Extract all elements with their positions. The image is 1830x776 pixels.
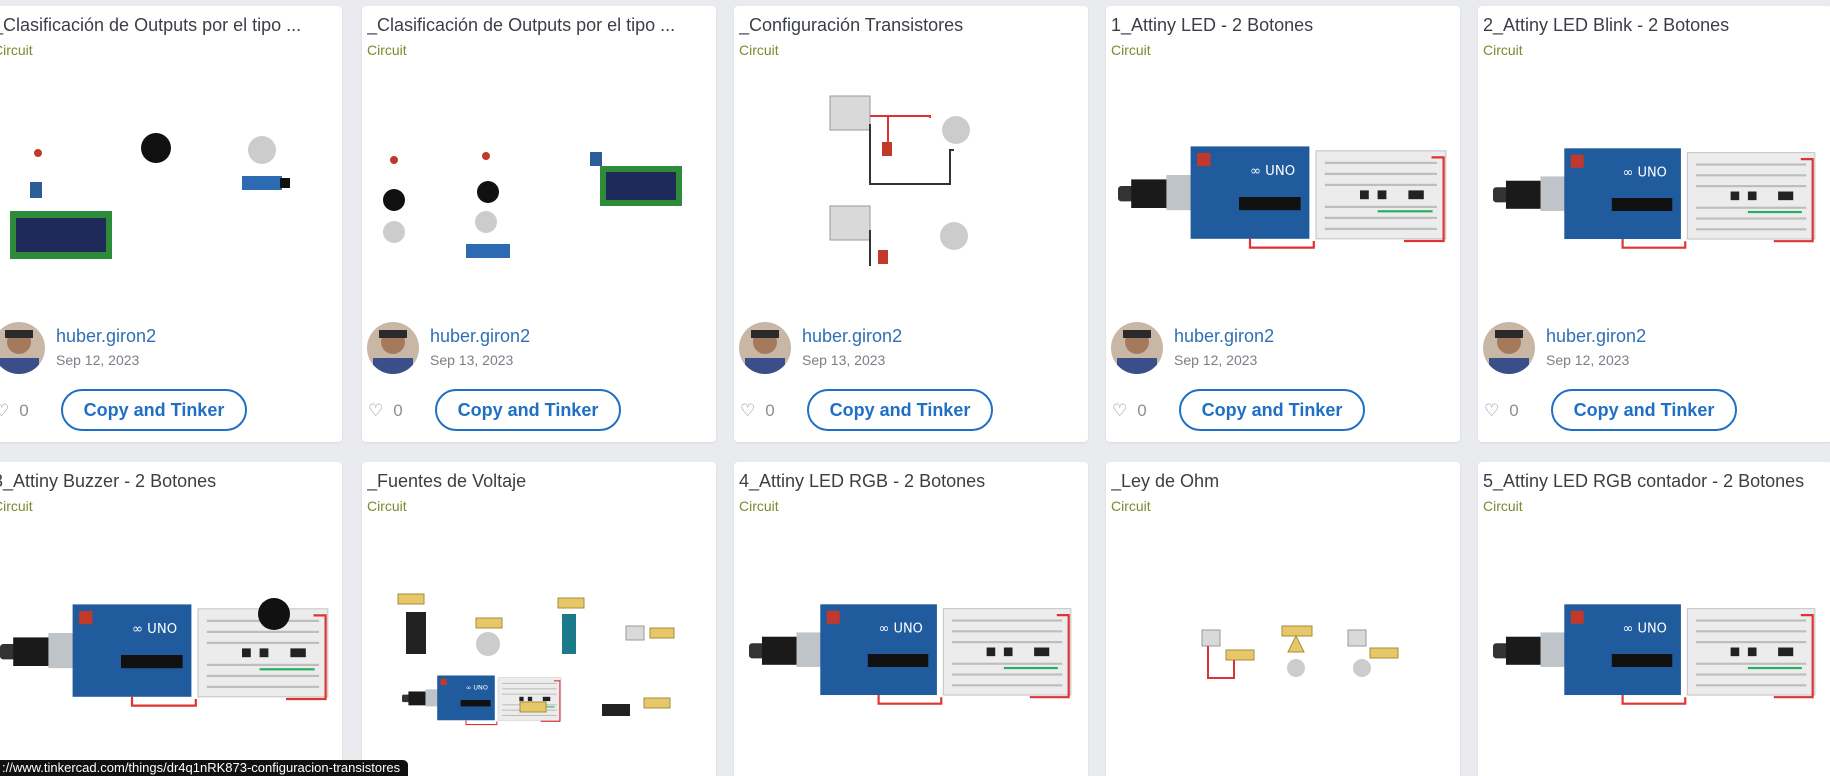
project-title[interactable]: _Clasificación de Outputs por el tipo ..… xyxy=(367,15,707,36)
date: Sep 12, 2023 xyxy=(56,352,140,368)
like-button[interactable]: ♡ 0 xyxy=(1484,401,1519,421)
project-card[interactable]: _Ley de Ohm Circuit xyxy=(1106,462,1460,776)
copy-and-tinker-button[interactable]: Copy and Tinker xyxy=(435,389,621,431)
project-title[interactable]: 5_Attiny LED RGB contador - 2 Botones xyxy=(1483,471,1823,492)
circuit-thumbnail[interactable] xyxy=(1478,522,1830,742)
project-title[interactable]: 2_Attiny LED Blink - 2 Botones xyxy=(1483,15,1823,36)
project-type: Circuit xyxy=(1483,498,1523,514)
project-title[interactable]: 1_Attiny LED - 2 Botones xyxy=(1111,15,1451,36)
circuit-thumbnail[interactable] xyxy=(1106,66,1460,266)
avatar[interactable] xyxy=(367,322,419,374)
author-link[interactable]: huber.giron2 xyxy=(430,326,530,347)
like-count: 0 xyxy=(19,401,29,420)
like-count: 0 xyxy=(1137,401,1147,420)
heart-outline-icon: ♡ xyxy=(1484,401,1500,420)
date: Sep 13, 2023 xyxy=(430,352,514,368)
author-link[interactable]: huber.giron2 xyxy=(802,326,902,347)
project-card[interactable]: _Clasificación de Outputs por el tipo ..… xyxy=(0,6,342,442)
circuit-thumbnail[interactable] xyxy=(362,522,716,742)
heart-outline-icon: ♡ xyxy=(368,401,384,420)
date: Sep 12, 2023 xyxy=(1174,352,1258,368)
project-title[interactable]: 3_Attiny Buzzer - 2 Botones xyxy=(0,471,333,492)
project-card[interactable]: 4_Attiny LED RGB - 2 Botones Circuit xyxy=(734,462,1088,776)
project-type: Circuit xyxy=(1111,498,1151,514)
project-title[interactable]: _Ley de Ohm xyxy=(1111,471,1451,492)
date: Sep 12, 2023 xyxy=(1546,352,1630,368)
like-button[interactable]: ♡ 0 xyxy=(1112,401,1147,421)
status-bar-url: ://www.tinkercad.com/things/dr4q1nRK873-… xyxy=(0,760,409,776)
project-card[interactable]: _Fuentes de Voltaje Circuit xyxy=(362,462,716,776)
project-type: Circuit xyxy=(0,498,33,514)
like-button[interactable]: ♡ 0 xyxy=(740,401,775,421)
project-title[interactable]: _Fuentes de Voltaje xyxy=(367,471,707,492)
avatar[interactable] xyxy=(1483,322,1535,374)
project-card[interactable]: 3_Attiny Buzzer - 2 Botones Circuit xyxy=(0,462,342,776)
project-type: Circuit xyxy=(367,498,407,514)
project-title[interactable]: _Clasificación de Outputs por el tipo ..… xyxy=(0,15,333,36)
circuit-thumbnail[interactable] xyxy=(0,66,342,266)
like-button[interactable]: ♡ 0 xyxy=(368,401,403,421)
author-link[interactable]: huber.giron2 xyxy=(1546,326,1646,347)
copy-and-tinker-button[interactable]: Copy and Tinker xyxy=(61,389,247,431)
project-title[interactable]: 4_Attiny LED RGB - 2 Botones xyxy=(739,471,1079,492)
like-count: 0 xyxy=(393,401,403,420)
like-count: 0 xyxy=(1509,401,1519,420)
heart-outline-icon: ♡ xyxy=(1112,401,1128,420)
avatar[interactable] xyxy=(0,322,45,374)
copy-and-tinker-button[interactable]: Copy and Tinker xyxy=(1179,389,1365,431)
project-type: Circuit xyxy=(739,42,779,58)
copy-and-tinker-button[interactable]: Copy and Tinker xyxy=(807,389,993,431)
project-card[interactable]: 2_Attiny LED Blink - 2 Botones Circuit h… xyxy=(1478,6,1830,442)
project-card[interactable]: 1_Attiny LED - 2 Botones Circuit huber.g… xyxy=(1106,6,1460,442)
project-type: Circuit xyxy=(1111,42,1151,58)
project-type: Circuit xyxy=(367,42,407,58)
project-card[interactable]: 5_Attiny LED RGB contador - 2 Botones Ci… xyxy=(1478,462,1830,776)
heart-outline-icon: ♡ xyxy=(0,401,10,420)
author-link[interactable]: huber.giron2 xyxy=(1174,326,1274,347)
avatar[interactable] xyxy=(739,322,791,374)
project-card[interactable]: _Clasificación de Outputs por el tipo ..… xyxy=(362,6,716,442)
project-type: Circuit xyxy=(1483,42,1523,58)
heart-outline-icon: ♡ xyxy=(740,401,756,420)
like-count: 0 xyxy=(765,401,775,420)
copy-and-tinker-button[interactable]: Copy and Tinker xyxy=(1551,389,1737,431)
project-card[interactable]: _Configuración Transistores Circuit hube… xyxy=(734,6,1088,442)
circuit-thumbnail[interactable] xyxy=(734,66,1088,266)
date: Sep 13, 2023 xyxy=(802,352,886,368)
circuit-thumbnail[interactable] xyxy=(734,522,1088,742)
circuit-thumbnail[interactable] xyxy=(1478,66,1830,266)
avatar[interactable] xyxy=(1111,322,1163,374)
circuit-thumbnail[interactable] xyxy=(362,66,716,266)
like-button[interactable]: ♡ 0 xyxy=(0,401,29,421)
circuit-thumbnail[interactable] xyxy=(1106,522,1460,742)
author-link[interactable]: huber.giron2 xyxy=(56,326,156,347)
project-title[interactable]: _Configuración Transistores xyxy=(739,15,1079,36)
project-type: Circuit xyxy=(0,42,33,58)
project-type: Circuit xyxy=(739,498,779,514)
circuit-thumbnail[interactable] xyxy=(0,522,342,742)
